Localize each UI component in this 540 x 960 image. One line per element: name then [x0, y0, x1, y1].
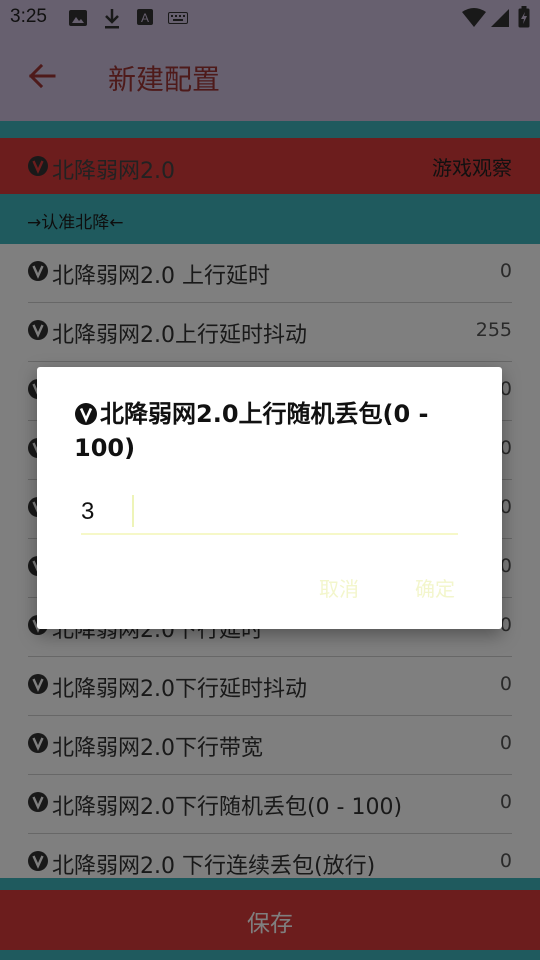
- confirm-button[interactable]: 确定: [415, 573, 455, 602]
- text-cursor: [132, 495, 134, 527]
- input-dialog: 北降弱网2.0上行随机丢包(0 - 100) 取消 确定: [37, 367, 502, 629]
- dialog-title: 北降弱网2.0上行随机丢包(0 - 100): [74, 400, 429, 462]
- cancel-button[interactable]: 取消: [319, 573, 359, 602]
- dialog-value-input[interactable]: [81, 491, 458, 535]
